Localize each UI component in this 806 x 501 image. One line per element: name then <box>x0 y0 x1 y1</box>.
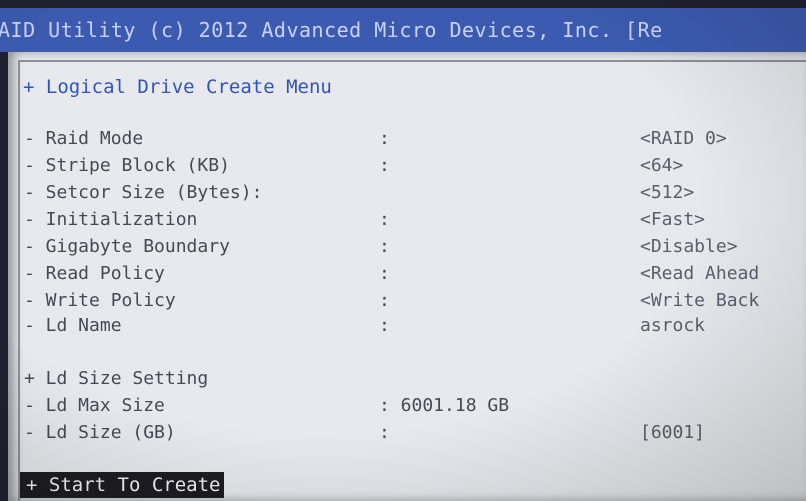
setting-value[interactable]: <Disable> <box>640 236 738 257</box>
setting-label: - Gigabyte Boundary <box>24 236 230 257</box>
bios-panel: + Logical Drive Create Menu - Raid Mode … <box>8 52 806 501</box>
setting-colon: : <box>379 422 390 443</box>
setting-colon: : <box>379 236 390 257</box>
setting-label: - Read Policy <box>24 263 165 284</box>
setting-colon: : <box>379 209 390 230</box>
setting-write-policy[interactable]: - Write Policy : <Write Back <box>24 290 806 314</box>
setting-initialization[interactable]: - Initialization : <Fast> <box>24 209 806 233</box>
setting-gigabyte-boundary[interactable]: - Gigabyte Boundary : <Disable> <box>24 236 806 260</box>
title-bar: AID Utility (c) 2012 Advanced Micro Devi… <box>0 8 806 52</box>
setting-value: : 6001.18 GB <box>379 395 510 416</box>
ld-size-input[interactable]: [6001] <box>640 422 705 443</box>
setting-label: - Write Policy <box>24 290 176 311</box>
setting-label: - Ld Name <box>24 315 122 336</box>
setting-colon: : <box>379 290 390 311</box>
setting-label: - Ld Max Size <box>24 395 165 416</box>
menu-title: + Logical Drive Create Menu <box>23 76 332 98</box>
setting-value[interactable]: <RAID 0> <box>640 128 727 149</box>
setting-label: - Initialization <box>24 209 198 230</box>
setting-value[interactable]: <Write Back <box>640 290 759 311</box>
setting-label: - Raid Mode <box>24 128 144 149</box>
setting-label: - Setcor Size (Bytes): <box>24 182 263 203</box>
setting-label: - Ld Size (GB) <box>24 422 176 443</box>
setting-value[interactable]: <512> <box>640 182 694 203</box>
setting-ld-name[interactable]: - Ld Name : asrock <box>24 315 806 339</box>
size-section-title: + Ld Size Setting <box>24 368 209 389</box>
setting-value[interactable]: <Read Ahead <box>640 263 759 284</box>
setting-read-policy[interactable]: - Read Policy : <Read Ahead <box>24 263 806 287</box>
setting-stripe-block[interactable]: - Stripe Block (KB) : <64> <box>24 155 806 179</box>
setting-colon: : <box>379 128 390 149</box>
start-to-create-button[interactable]: + Start To Create <box>20 472 225 498</box>
title-text: AID Utility (c) 2012 Advanced Micro Devi… <box>0 18 663 42</box>
setting-label: - Stripe Block (KB) <box>24 155 230 176</box>
setting-ld-max-size: - Ld Max Size : 6001.18 GB <box>24 395 806 419</box>
setting-value[interactable]: asrock <box>640 315 705 336</box>
setting-value[interactable]: <64> <box>640 155 683 176</box>
setting-colon: : <box>379 263 390 284</box>
setting-sector-size[interactable]: - Setcor Size (Bytes): <512> <box>24 182 806 206</box>
setting-ld-size[interactable]: - Ld Size (GB) : [6001] <box>24 422 806 446</box>
setting-value[interactable]: <Fast> <box>640 209 705 230</box>
setting-raid-mode[interactable]: - Raid Mode : <RAID 0> <box>24 128 806 152</box>
setting-colon: : <box>379 155 390 176</box>
setting-colon: : <box>379 315 390 336</box>
